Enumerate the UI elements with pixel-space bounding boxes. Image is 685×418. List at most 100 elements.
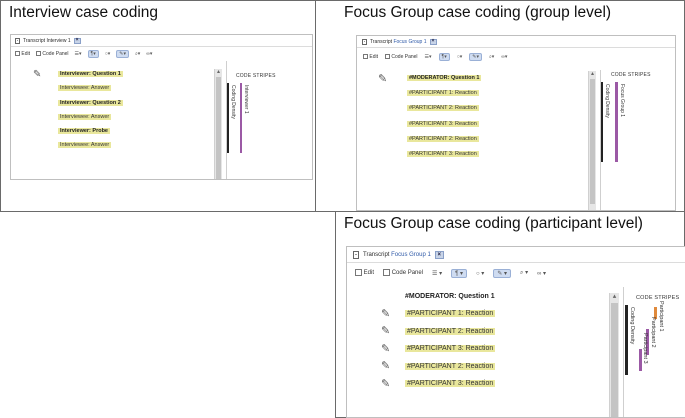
tab-name: Focus Group 1 [391, 251, 431, 258]
edit-checkbox[interactable] [355, 269, 362, 277]
transcript-line: #PARTICIPANT 2: Reaction [405, 328, 496, 335]
scrollbar-thumb[interactable] [216, 77, 221, 179]
pencil-icon: ✎ [381, 325, 391, 337]
code-stripe-bar [615, 82, 618, 162]
zoom-dropdown-icon[interactable]: ⌕ ▾ [520, 269, 528, 277]
pen-dropdown-icon[interactable]: ✎▾ [469, 52, 482, 61]
line-text: #PARTICIPANT 3: Reaction [407, 121, 479, 127]
coding-density-bar [601, 82, 603, 162]
cell-title: Focus Group case coding (participant lev… [344, 215, 643, 232]
close-tab-button[interactable]: × [429, 38, 437, 45]
tab-bar: Transcript Focus Group 1 × [347, 247, 685, 263]
coding-density-label: Coding Density [230, 85, 236, 119]
line-text: #PARTICIPANT 2: Reaction [407, 105, 479, 111]
edit-label: Edit [21, 51, 31, 57]
scrollbar-thumb[interactable] [611, 303, 618, 417]
edit-toggle[interactable]: Edit [355, 269, 374, 277]
code-stripes-panel: CODE STRIPES Coding Density Focus Group … [600, 70, 675, 210]
scroll-up-icon[interactable]: ▴ [610, 293, 619, 300]
code-panel-toggle[interactable]: Code Panel [36, 51, 69, 57]
tab-prefix: Transcript [363, 251, 390, 258]
coding-density-label: Coding Density [629, 307, 635, 345]
line-text: #PARTICIPANT 3: Reaction [407, 151, 479, 157]
highlight-dropdown-icon[interactable]: ¶▾ [438, 52, 450, 61]
edit-label: Edit [369, 53, 379, 60]
pencil-icon: ✎ [381, 343, 391, 355]
zoom-dropdown-icon[interactable]: ⌕▾ [135, 51, 140, 57]
code-stripe-label: Participant 2 [650, 317, 656, 348]
highlight-dropdown-icon[interactable]: ¶ ▾ [451, 268, 468, 278]
pencil-icon: ✎ [381, 308, 391, 320]
code-stripes-panel: CODE STRIPES Coding Density Interviewer … [226, 61, 312, 179]
transcript-line: #MODERATOR: Question 1 [405, 293, 495, 300]
cell-focus-group-participant-level: Focus Group case coding (participant lev… [335, 211, 685, 418]
line-text: Interviewee: Answer [58, 114, 112, 120]
tab-bar: Transcript Focus Group 1 × [357, 36, 675, 48]
annotation-dropdown-icon[interactable]: ☰ ▾ [432, 270, 442, 277]
transcript-line: Interviewee: Answer [58, 114, 112, 120]
transcript-line: #PARTICIPANT 3: Reaction [405, 380, 496, 387]
code-stripe-label: Participant 3 [642, 333, 648, 364]
vertical-scrollbar[interactable]: ▴ [588, 71, 596, 210]
shape-dropdown-icon[interactable]: ○▾ [457, 54, 463, 60]
link-dropdown-icon[interactable]: ∞▾ [146, 51, 152, 57]
code-panel-checkbox[interactable] [385, 53, 391, 59]
line-text: Interviewer: Question 2 [58, 100, 123, 106]
scroll-up-icon[interactable]: ▴ [589, 71, 596, 77]
shape-dropdown-icon[interactable]: ○▾ [105, 51, 111, 57]
edit-toggle[interactable]: Edit [363, 54, 378, 60]
edit-checkbox[interactable] [15, 51, 20, 57]
scrollbar-thumb[interactable] [590, 79, 595, 204]
highlight-dropdown-icon[interactable]: ¶▾ [87, 50, 99, 58]
scroll-up-icon[interactable]: ▴ [215, 69, 222, 75]
edit-toggle[interactable]: Edit [15, 51, 30, 57]
link-dropdown-icon[interactable]: ∞▾ [501, 54, 507, 60]
cell-title: Focus Group case coding (group level) [344, 4, 612, 21]
pen-dropdown-icon[interactable]: ✎▾ [116, 50, 129, 58]
edit-checkbox[interactable] [363, 53, 368, 59]
line-text: #PARTICIPANT 2: Reaction [407, 136, 479, 142]
transcript-line: #PARTICIPANT 2: Reaction [405, 363, 496, 370]
transcript-line: Interviewee: Answer [58, 85, 112, 91]
tab-transcript[interactable]: Transcript Focus Group 1 [363, 252, 431, 258]
code-stripe-label: Focus Group 1 [619, 84, 625, 118]
code-panel-label: Code Panel [42, 51, 69, 57]
transcript-line: #PARTICIPANT 2: Reaction [407, 105, 479, 111]
cell-interview-case-coding: Interview case coding Transcript Intervi… [0, 0, 316, 212]
close-tab-button[interactable]: × [434, 250, 444, 259]
line-text: #MODERATOR: Question 1 [407, 75, 482, 81]
code-stripe-label: Participant 1 [658, 301, 664, 332]
pen-dropdown-icon[interactable]: ✎ ▾ [493, 268, 512, 278]
coding-density-bar [227, 83, 229, 153]
vertical-scrollbar[interactable]: ▴ [214, 69, 222, 179]
toolbar: Edit Code Panel ☰ ▾ ¶ ▾ ○ ▾ ✎ ▾ ⌕ ▾ ∞ ▾ [347, 266, 685, 280]
transcript-line: #PARTICIPANT 1: Reaction [407, 90, 479, 96]
code-panel-checkbox[interactable] [383, 269, 391, 277]
link-dropdown-icon[interactable]: ∞ ▾ [537, 270, 546, 277]
code-panel-checkbox[interactable] [36, 51, 42, 57]
transcript-panel: Transcript Interview 1 × Edit Code Panel… [10, 34, 313, 180]
line-text: Interviewee: Answer [58, 142, 112, 148]
close-tab-button[interactable]: × [73, 37, 81, 44]
tab-prefix: Transcript [23, 37, 46, 44]
transcript-line: Interviewer: Question 1 [58, 71, 123, 77]
annotation-dropdown-icon[interactable]: ☰▾ [75, 51, 82, 57]
zoom-dropdown-icon[interactable]: ⌕▾ [489, 54, 494, 60]
transcript-panel: Transcript Focus Group 1 × Edit Code Pan… [356, 35, 676, 211]
vertical-scrollbar[interactable]: ▴ [609, 293, 619, 417]
line-text: #PARTICIPANT 3: Reaction [405, 380, 496, 387]
pencil-icon: ✎ [33, 69, 42, 80]
tab-transcript[interactable]: Transcript Interview 1 [23, 38, 71, 44]
line-text: #PARTICIPANT 1: Reaction [405, 310, 496, 317]
code-stripes-panel: CODE STRIPES Coding Density Participant … [623, 287, 685, 417]
line-text: Interviewer: Question 1 [58, 71, 123, 77]
code-panel-toggle[interactable]: Code Panel [383, 269, 423, 277]
document-icon [353, 250, 359, 259]
shape-dropdown-icon[interactable]: ○ ▾ [476, 270, 484, 277]
toolbar: Edit Code Panel ☰▾ ¶▾ ○▾ ✎▾ ⌕▾ ∞▾ [357, 51, 675, 62]
tab-bar: Transcript Interview 1 × [11, 35, 312, 47]
annotation-dropdown-icon[interactable]: ☰▾ [425, 54, 432, 60]
tab-transcript[interactable]: Transcript Focus Group 1 [370, 39, 427, 45]
code-panel-toggle[interactable]: Code Panel [385, 54, 418, 60]
toolbar: Edit Code Panel ☰▾ ¶▾ ○▾ ✎▾ ⌕▾ ∞▾ [11, 49, 312, 59]
